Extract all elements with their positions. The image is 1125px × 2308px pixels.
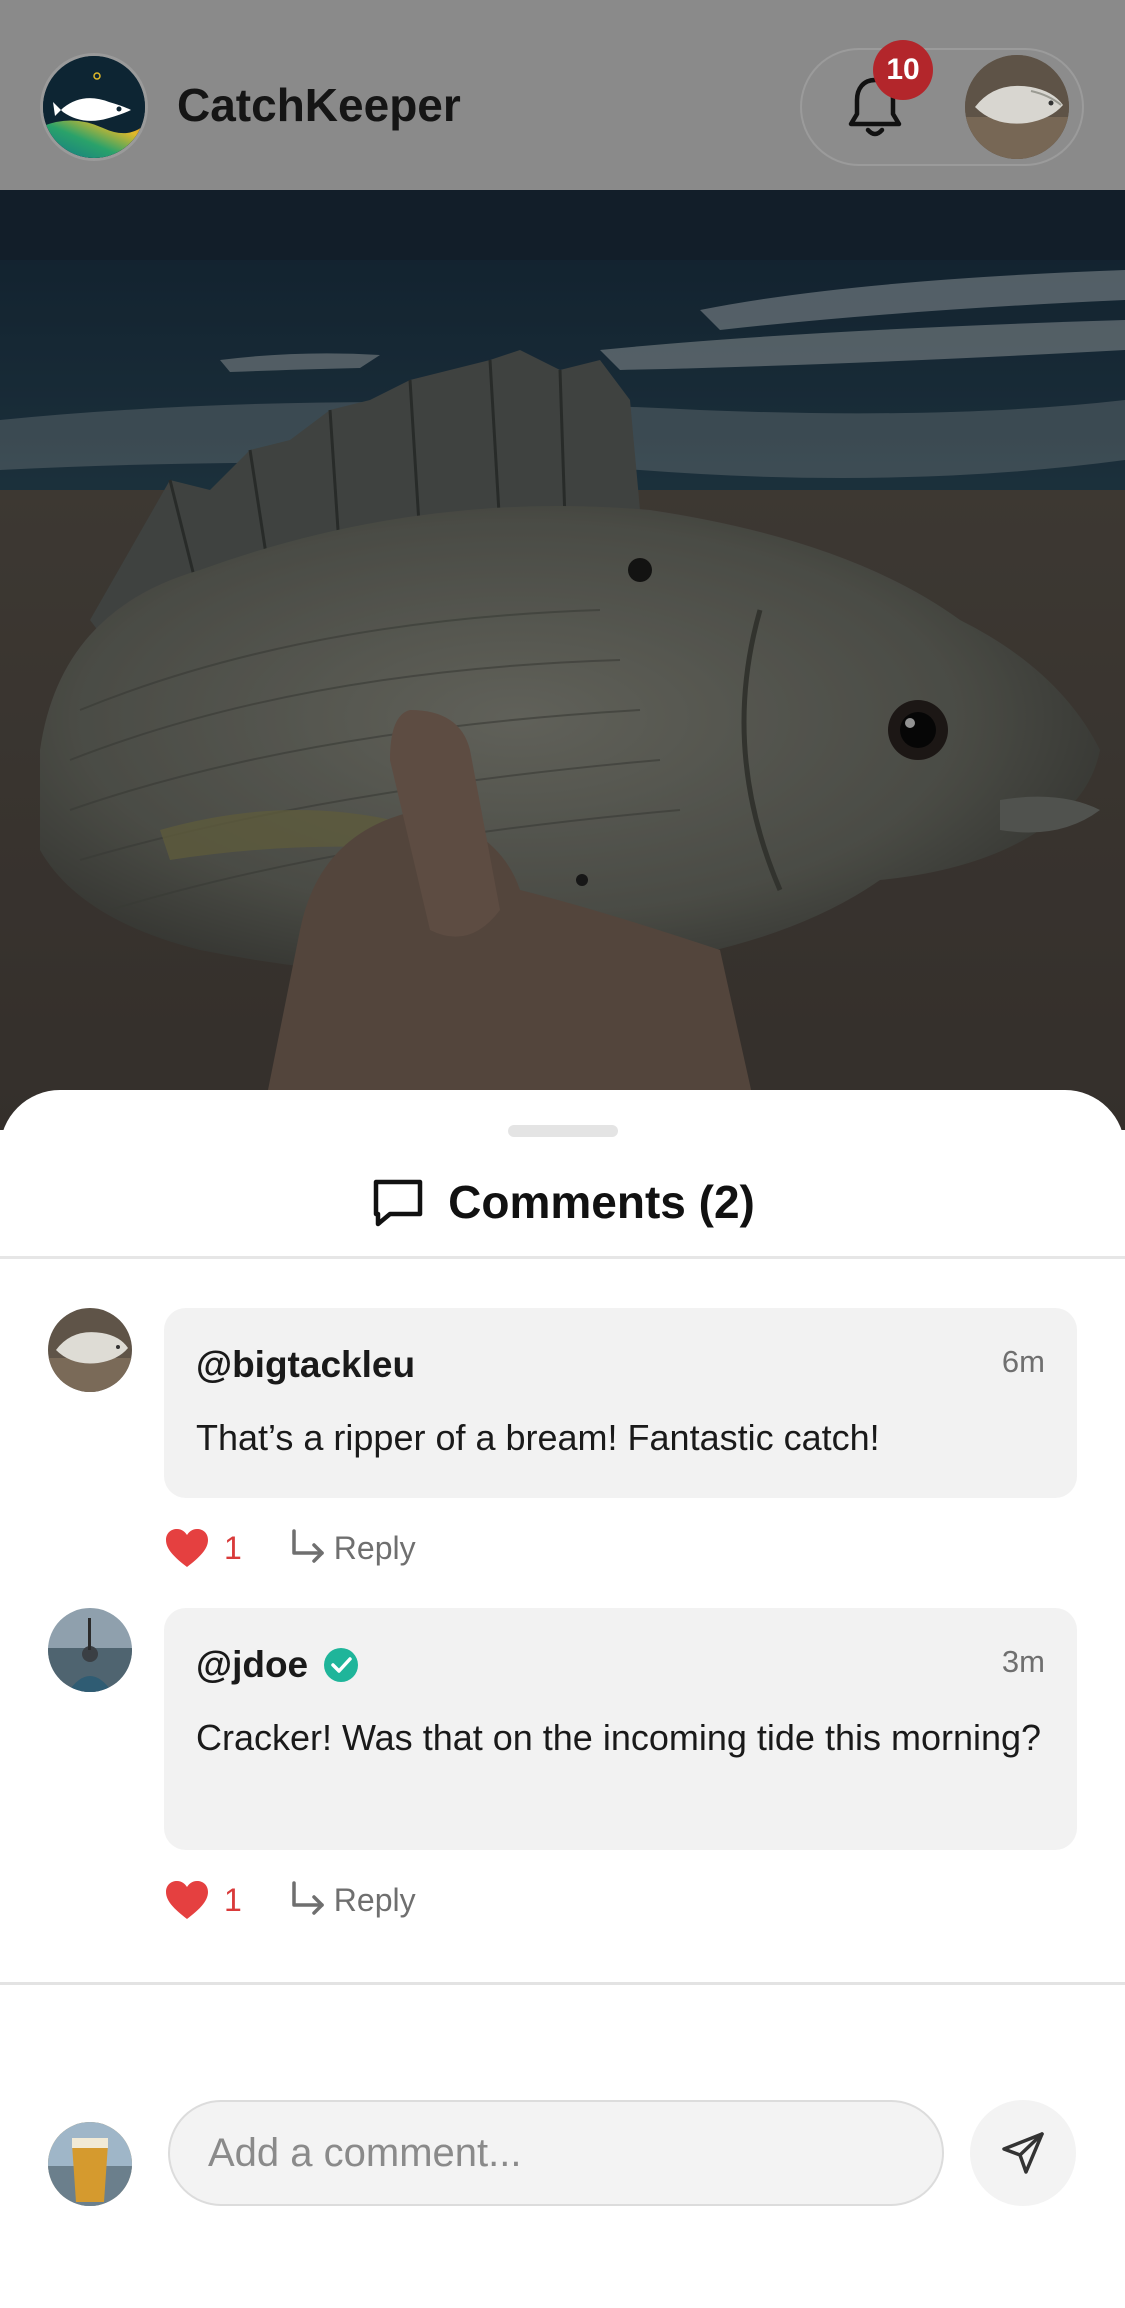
send-button[interactable] — [970, 2100, 1076, 2206]
my-beer-image — [48, 2122, 132, 2206]
commenter-fish-image — [48, 1308, 132, 1392]
comment-username[interactable]: @bigtackleu — [196, 1344, 415, 1386]
comment-text: Cracker! Was that on the incoming tide t… — [196, 1717, 1042, 1758]
commenter-avatar[interactable] — [48, 1308, 132, 1392]
catch-photo — [0, 190, 1125, 1130]
comments-header: Comments (2) — [0, 1162, 1125, 1242]
profile-avatar[interactable] — [965, 55, 1069, 159]
reply-arrow-icon — [292, 1881, 324, 1915]
composer-divider — [0, 1982, 1125, 1985]
notification-badge: 10 — [873, 40, 933, 100]
send-icon — [1002, 2132, 1044, 2174]
comments-title: Comments (2) — [448, 1176, 755, 1228]
comment-username[interactable]: @jdoe — [196, 1644, 360, 1686]
heart-icon — [166, 1881, 208, 1919]
comment-actions: 1 Reply — [164, 1520, 416, 1576]
reply-button[interactable]: Reply — [288, 1529, 416, 1567]
commenter-avatar[interactable] — [48, 1608, 132, 1692]
verified-check-icon — [324, 1648, 359, 1682]
heart-icon — [166, 1529, 208, 1567]
profile-fish-image — [965, 55, 1069, 159]
reply-label: Reply — [333, 1529, 416, 1566]
drag-handle[interactable] — [508, 1125, 618, 1137]
comment-input[interactable] — [168, 2100, 944, 2206]
like-button[interactable]: 1 — [164, 1527, 242, 1569]
comment-bubble: @jdoe 3m Cracker! Was that on the incomi… — [164, 1608, 1077, 1850]
commenter-kayak-image — [48, 1608, 132, 1692]
like-count: 1 — [224, 1881, 242, 1918]
comment-bubble: @bigtackleu 6m That’s a ripper of a brea… — [164, 1308, 1077, 1498]
my-avatar[interactable] — [48, 2122, 132, 2206]
catch-photo-image — [0, 190, 1125, 1130]
comment-time: 3m — [1001, 1644, 1045, 1679]
like-button[interactable]: 1 — [164, 1879, 242, 1921]
comment-text: That’s a ripper of a bream! Fantastic ca… — [196, 1417, 880, 1458]
app-header: CatchKeeper 10 — [0, 0, 1125, 190]
app-logo[interactable] — [40, 53, 148, 161]
reply-label: Reply — [333, 1881, 416, 1918]
comment-bubble-icon — [373, 1179, 423, 1227]
comment-time: 6m — [1001, 1344, 1045, 1379]
reply-arrow-icon — [292, 1529, 324, 1563]
fish-logo-icon — [43, 56, 145, 158]
like-count: 1 — [224, 1529, 242, 1566]
app-title: CatchKeeper — [177, 79, 461, 131]
reply-button[interactable]: Reply — [288, 1881, 416, 1919]
comment-actions: 1 Reply — [164, 1872, 416, 1928]
divider — [0, 1256, 1125, 1259]
